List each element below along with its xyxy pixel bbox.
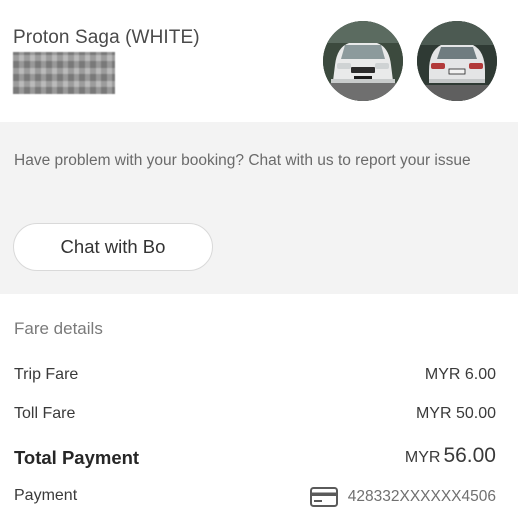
payment-label: Payment [14,487,78,504]
total-currency: MYR [404,449,441,466]
car-rear-photo[interactable] [417,21,497,101]
payment-card: 428332XXXXXX4506 [309,487,496,507]
total-payment-label: Total Payment [14,447,140,468]
credit-card-icon [309,487,338,507]
total-value: 56.00 [443,444,496,467]
toll-fare-row: Toll Fare MYR 50.00 [14,405,496,433]
card-number: 428332XXXXXX4506 [347,488,496,505]
trip-fare-amount: MYR 6.00 [424,366,496,383]
toll-fare-amount: MYR 50.00 [415,405,496,422]
trip-fare-row: Trip Fare MYR 6.00 [14,366,496,394]
fare-details-title: Fare details [14,319,103,338]
car-rear-image [417,21,497,101]
help-panel: Have problem with your booking? Chat wit… [0,122,518,294]
car-front-photo[interactable] [323,21,403,101]
total-payment-row: Total Payment MYR 56.00 [14,444,496,475]
vehicle-name: Proton Saga (WHITE) [13,27,200,48]
license-plate-redacted [13,52,115,94]
vehicle-section: Proton Saga (WHITE) [0,0,518,122]
help-message: Have problem with your booking? Chat wit… [14,152,471,169]
toll-fare-label: Toll Fare [14,405,76,422]
payment-method-row: Payment 428332XXXXXX4506 [14,487,496,515]
chat-with-bo-button[interactable]: Chat with Bo [13,223,213,271]
total-payment-amount: MYR 56.00 [405,444,496,468]
fare-details-section: Fare details Trip Fare MYR 6.00 Toll Far… [0,294,518,516]
booking-details-screen: Proton Saga (WHITE) Have problem with yo… [0,0,518,516]
trip-fare-label: Trip Fare [14,366,79,383]
car-front-image [323,21,403,101]
